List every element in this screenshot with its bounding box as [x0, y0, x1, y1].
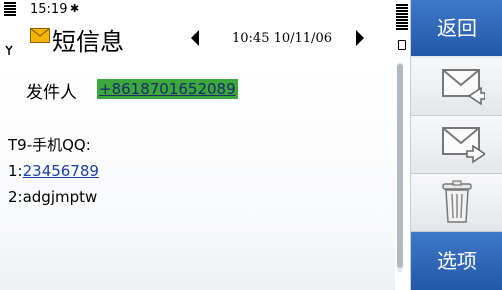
- trash-icon: [442, 180, 472, 223]
- forward-envelope-icon: [442, 127, 485, 164]
- forward-button[interactable]: [411, 116, 502, 174]
- message-viewer-screen: 15:19 ✱ 短信息 10:45 10/11/06 发件人 +86187016…: [0, 0, 502, 290]
- message-datetime: 10:45 10/11/06: [232, 31, 332, 46]
- envelope-icon: [30, 28, 50, 43]
- message-body: 发件人 +8618701652089 T9-手机QQ: 1:23456789 2…: [0, 62, 395, 290]
- reply-button[interactable]: [411, 58, 502, 116]
- battery-icon: [398, 40, 406, 50]
- bluetooth-icon: ✱: [70, 2, 80, 15]
- battery-level-icon: [396, 4, 408, 32]
- reply-envelope-icon: [442, 69, 485, 106]
- delete-button[interactable]: [411, 174, 502, 232]
- sender-number-link[interactable]: +8618701652089: [97, 79, 238, 99]
- scrollbar-thumb[interactable]: [397, 64, 403, 268]
- line-prefix: 1:: [8, 162, 23, 180]
- phone-number-link[interactable]: 23456789: [23, 162, 99, 180]
- softkey-panel: 返回 选项: [410, 0, 502, 290]
- message-line: 2:adgjmptw: [8, 188, 98, 206]
- previous-message-icon[interactable]: [190, 30, 200, 46]
- back-button[interactable]: 返回: [411, 0, 502, 56]
- page-title: 短信息: [52, 28, 124, 56]
- next-message-icon[interactable]: [355, 30, 365, 46]
- signal-strength-icon: [4, 2, 16, 22]
- options-button[interactable]: 选项: [411, 232, 502, 290]
- status-clock: 15:19: [30, 2, 68, 17]
- message-line: 1:23456789: [8, 162, 99, 180]
- sender-label: 发件人: [26, 83, 77, 103]
- message-line: T9-手机QQ:: [8, 136, 91, 154]
- title-bar: 短信息 10:45 10/11/06: [0, 22, 392, 58]
- status-bar: 15:19 ✱: [0, 0, 410, 22]
- scrollbar[interactable]: [397, 62, 403, 272]
